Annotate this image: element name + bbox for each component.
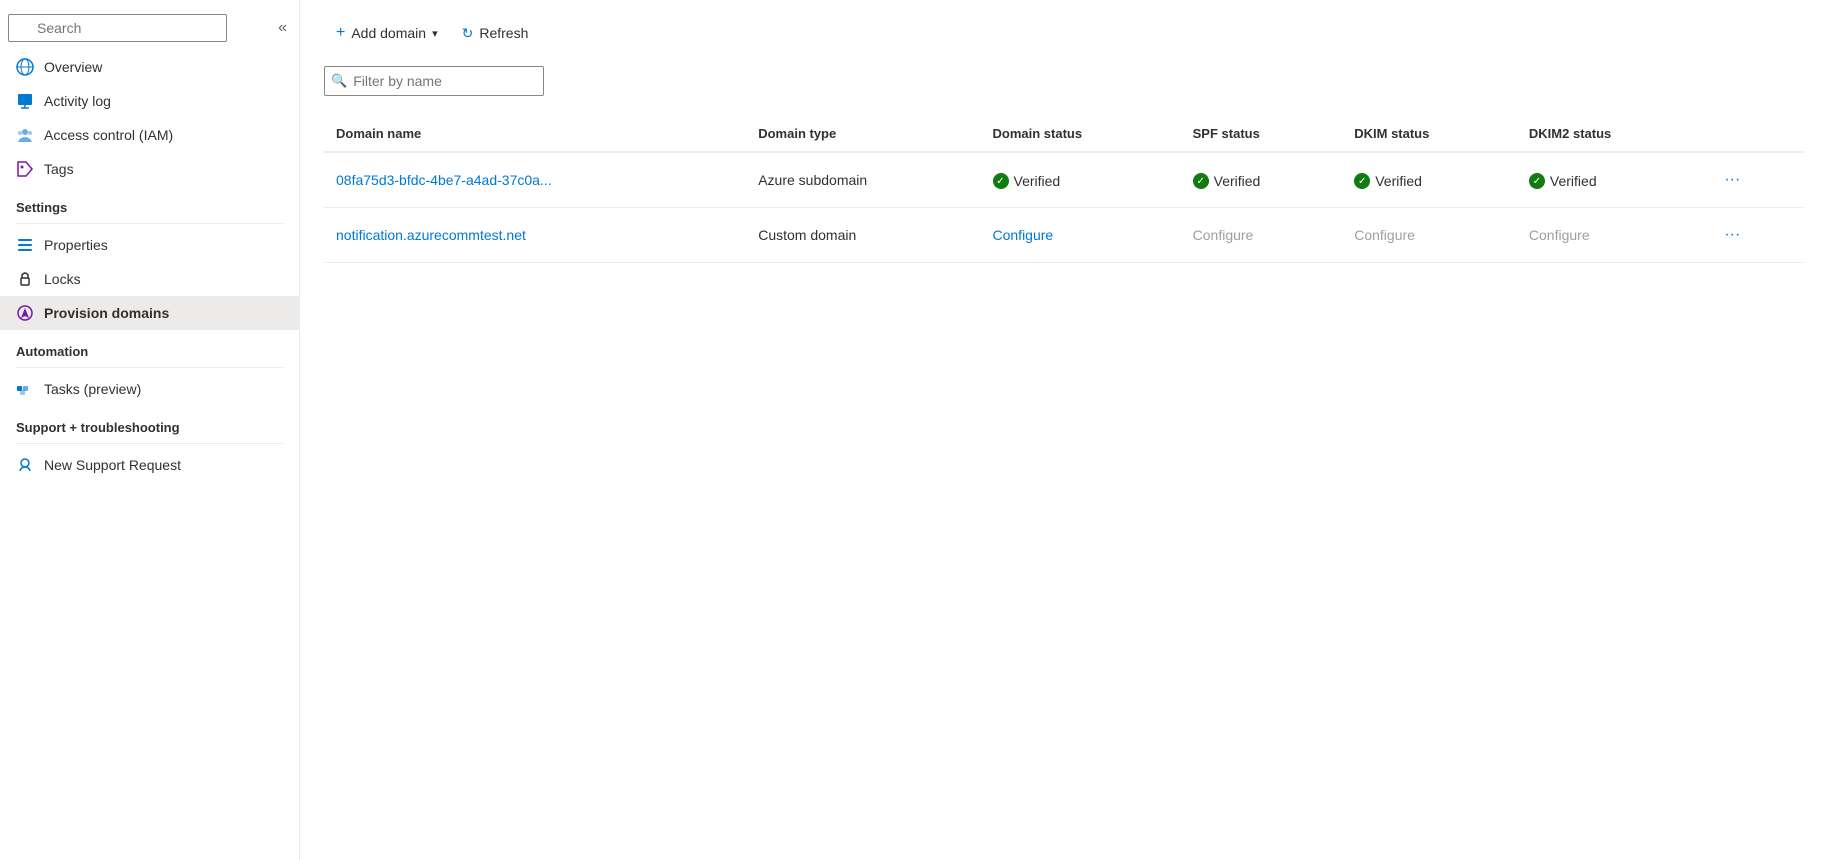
verified-dot-1: ✓ [993,173,1009,189]
nav-provision-domains[interactable]: Provision domains [0,296,299,330]
add-domain-chevron-icon: ▾ [432,27,438,40]
dkim2-dot-1: ✓ [1529,173,1545,189]
col-actions [1704,116,1803,152]
domain-name-link-1[interactable]: 08fa75d3-bfdc-4be7-a4ad-37c0a... [336,172,552,188]
row1-domain-name: 08fa75d3-bfdc-4be7-a4ad-37c0a... [324,152,746,208]
search-wrap: 🔍 [8,14,270,42]
nav-properties-label: Properties [44,237,108,253]
nav-tasks[interactable]: Tasks (preview) [0,372,299,406]
refresh-button[interactable]: ↻ Refresh [450,17,541,50]
domain-status-configure-2[interactable]: Configure [993,227,1054,243]
tasks-icon [16,380,34,398]
domain-status-text-1: Verified [1014,173,1061,189]
nav-locks-label: Locks [44,271,81,287]
refresh-label: Refresh [479,25,528,41]
row2-dkim2-status: Configure [1517,208,1704,263]
refresh-icon: ↻ [462,25,474,42]
support-icon [16,456,34,474]
spf-status-text-1: Verified [1214,173,1261,189]
add-domain-button[interactable]: + Add domain ▾ [324,16,450,50]
collapse-button[interactable]: « [274,15,291,41]
domain-table: Domain name Domain type Domain status SP… [324,116,1803,263]
table-row: 08fa75d3-bfdc-4be7-a4ad-37c0a... Azure s… [324,152,1803,208]
nav-access-control-label: Access control (IAM) [44,127,173,143]
add-domain-label: Add domain [351,25,426,41]
activity-icon [16,92,34,110]
tags-icon [16,160,34,178]
table-header: Domain name Domain type Domain status SP… [324,116,1803,152]
automation-section-label: Automation [0,330,299,363]
sidebar-search-row: 🔍 « [0,8,299,50]
dkim2-status-text-1: Verified [1550,173,1597,189]
nav-activity-log-label: Activity log [44,93,111,109]
dkim2-status-verified-1: ✓ Verified [1529,173,1597,189]
col-domain-status: Domain status [981,116,1181,152]
nav-locks[interactable]: Locks [0,262,299,296]
row2-dkim-status: Configure [1342,208,1517,263]
nav-properties[interactable]: Properties [0,228,299,262]
automation-divider [16,367,283,368]
col-domain-name: Domain name [324,116,746,152]
row2-more-button[interactable]: ··· [1716,222,1748,248]
settings-section-label: Settings [0,186,299,219]
row2-domain-status: Configure [981,208,1181,263]
iam-icon [16,126,34,144]
nav-new-support-label: New Support Request [44,457,181,473]
filter-search-icon: 🔍 [325,73,353,89]
search-input[interactable] [8,14,227,42]
row1-actions: ··· [1704,152,1803,208]
nav-provision-domains-label: Provision domains [44,305,169,321]
settings-divider [16,223,283,224]
support-divider [16,443,283,444]
filter-input[interactable] [353,67,543,95]
dkim-status-text-1: Verified [1375,173,1422,189]
nav-tags-label: Tags [44,161,74,177]
nav-activity-log[interactable]: Activity log [0,84,299,118]
dkim-status-verified-1: ✓ Verified [1354,173,1422,189]
main-content: + Add domain ▾ ↻ Refresh 🔍 Domain name D… [300,0,1827,860]
properties-icon [16,236,34,254]
col-dkim-status: DKIM status [1342,116,1517,152]
row2-domain-name: notification.azurecommtest.net [324,208,746,263]
table-row: notification.azurecommtest.net Custom do… [324,208,1803,263]
nav-tags[interactable]: Tags [0,152,299,186]
plus-icon: + [336,24,345,42]
filter-row: 🔍 [324,66,1803,96]
filter-input-wrap: 🔍 [324,66,544,96]
row2-domain-type: Custom domain [746,208,980,263]
nav-overview-label: Overview [44,59,102,75]
spf-status-gray-2: Configure [1193,227,1254,243]
nav-new-support[interactable]: New Support Request [0,448,299,482]
row1-dkim-status: ✓ Verified [1342,152,1517,208]
sidebar: 🔍 « Overview Activity log Access control… [0,0,300,860]
nav-access-control[interactable]: Access control (IAM) [0,118,299,152]
row1-domain-type: Azure subdomain [746,152,980,208]
dkim-status-gray-2: Configure [1354,227,1415,243]
domain-name-link-2[interactable]: notification.azurecommtest.net [336,227,526,243]
col-domain-type: Domain type [746,116,980,152]
row1-dkim2-status: ✓ Verified [1517,152,1704,208]
dkim2-status-gray-2: Configure [1529,227,1590,243]
nav-overview[interactable]: Overview [0,50,299,84]
domain-status-verified-1: ✓ Verified [993,173,1061,189]
row2-spf-status: Configure [1181,208,1343,263]
col-dkim2-status: DKIM2 status [1517,116,1704,152]
spf-dot-1: ✓ [1193,173,1209,189]
locks-icon [16,270,34,288]
row1-more-button[interactable]: ··· [1716,167,1748,193]
provision-icon [16,304,34,322]
row1-domain-status: ✓ Verified [981,152,1181,208]
nav-tasks-label: Tasks (preview) [44,381,141,397]
dkim-dot-1: ✓ [1354,173,1370,189]
row1-spf-status: ✓ Verified [1181,152,1343,208]
globe-icon [16,58,34,76]
col-spf-status: SPF status [1181,116,1343,152]
row2-actions: ··· [1704,208,1803,263]
table-body: 08fa75d3-bfdc-4be7-a4ad-37c0a... Azure s… [324,152,1803,263]
toolbar: + Add domain ▾ ↻ Refresh [324,16,1803,50]
spf-status-verified-1: ✓ Verified [1193,173,1261,189]
support-section-label: Support + troubleshooting [0,406,299,439]
